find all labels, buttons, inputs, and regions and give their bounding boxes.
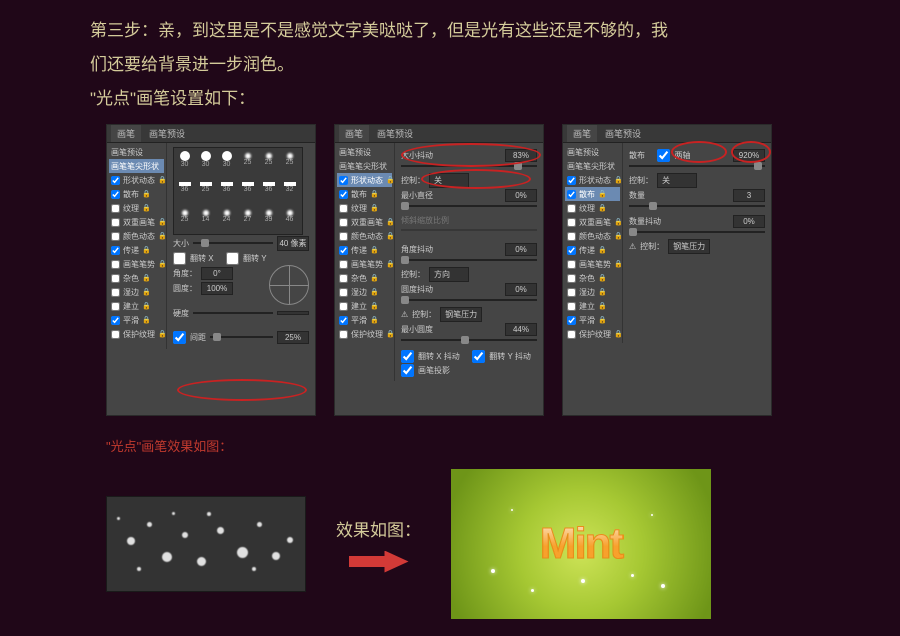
side-transfer[interactable]: 传递🔒 — [109, 243, 164, 257]
side-protect[interactable]: 保护纹理🔒 — [109, 327, 164, 341]
highlight-spacing — [177, 379, 307, 401]
tab-preset[interactable]: 画笔预设 — [371, 125, 419, 142]
brush-preset-grid[interactable]: 30 30 30 25 25 25 36 25 36 36 36 32 25 1… — [173, 147, 303, 235]
text-line-3: "光点"画笔设置如下： — [90, 89, 255, 108]
tutorial-text: 第三步：亲，到这里是不是感觉文字美哒哒了，但是光有这些还是不够的，我 们还要给背… — [0, 0, 900, 116]
side-buildup[interactable]: 建立🔒 — [109, 299, 164, 313]
scatter-slider[interactable]: 散布 两轴 920% — [629, 147, 765, 163]
panel-scatter: 画笔 画笔预设 画笔预设 画笔笔尖形状 形状动态🔒 散布🔒 纹理🔒 双重画笔🔒 … — [562, 124, 772, 416]
tab-brush[interactable]: 画笔 — [111, 125, 141, 142]
side-shape-sel[interactable]: 形状动态🔒 — [337, 173, 392, 187]
side-color[interactable]: 颜色动态🔒 — [109, 229, 164, 243]
tab-preset[interactable]: 画笔预设 — [599, 125, 647, 142]
side-texture[interactable]: 纹理🔒 — [109, 201, 164, 215]
flipy-checkbox[interactable] — [226, 252, 239, 265]
tab-preset[interactable]: 画笔预设 — [143, 125, 191, 142]
mint-text: Mint — [540, 519, 622, 569]
text-line-1: 第三步：亲，到这里是不是感觉文字美哒哒了，但是光有这些还是不够的，我 — [90, 21, 668, 40]
panel-sidebar: 画笔预设 画笔笔尖形状 形状动态🔒 散布🔒 纹理🔒 双重画笔🔒 颜色动态🔒 传递… — [107, 143, 167, 349]
side-wet[interactable]: 湿边🔒 — [109, 285, 164, 299]
angle-compass[interactable] — [269, 265, 309, 305]
side-dual[interactable]: 双重画笔🔒 — [109, 215, 164, 229]
size-jitter-slider[interactable]: 大小抖动 83% — [401, 147, 537, 163]
side-smooth[interactable]: 平滑🔒 — [109, 313, 164, 327]
warn-icon: ⚠ — [401, 310, 408, 319]
panel-brush-tip: 画笔 画笔预设 画笔预设 画笔笔尖形状 形状动态🔒 散布🔒 纹理🔒 双重画笔🔒 … — [106, 124, 316, 416]
both-axes-checkbox[interactable] — [657, 149, 670, 162]
result-label: 效果如图： — [336, 516, 421, 541]
text-line-2: 们还要给背景进一步润色。 — [90, 55, 294, 74]
control-dropdown[interactable]: 关 — [429, 173, 469, 188]
side-noise[interactable]: 杂色🔒 — [109, 271, 164, 285]
brush-effect-label: "光点"画笔效果如图： — [106, 436, 900, 455]
brush-effect-preview — [106, 496, 306, 592]
side-scatter-sel[interactable]: 散布🔒 — [565, 187, 620, 201]
side-preset[interactable]: 画笔预设 — [109, 145, 164, 159]
size-slider[interactable]: 大小 40 像素 — [173, 235, 309, 251]
arrow-icon — [349, 551, 409, 573]
tab-brush[interactable]: 画笔 — [339, 125, 369, 142]
result-preview: Mint — [451, 469, 711, 619]
flipx-checkbox[interactable] — [173, 252, 186, 265]
tab-brush[interactable]: 画笔 — [567, 125, 597, 142]
side-scatter[interactable]: 散布🔒 — [109, 187, 164, 201]
size-value[interactable]: 40 像素 — [277, 236, 309, 251]
side-pose[interactable]: 画笔笔势🔒 — [109, 257, 164, 271]
spacing-slider[interactable]: 间距 25% — [173, 329, 309, 345]
panel-shape-dynamics: 画笔 画笔预设 画笔预设 画笔笔尖形状 形状动态🔒 散布🔒 纹理🔒 双重画笔🔒 … — [334, 124, 544, 416]
side-tip[interactable]: 画笔笔尖形状 — [109, 159, 164, 173]
side-shape[interactable]: 形状动态🔒 — [109, 173, 164, 187]
warn-icon: ⚠ — [629, 242, 636, 251]
